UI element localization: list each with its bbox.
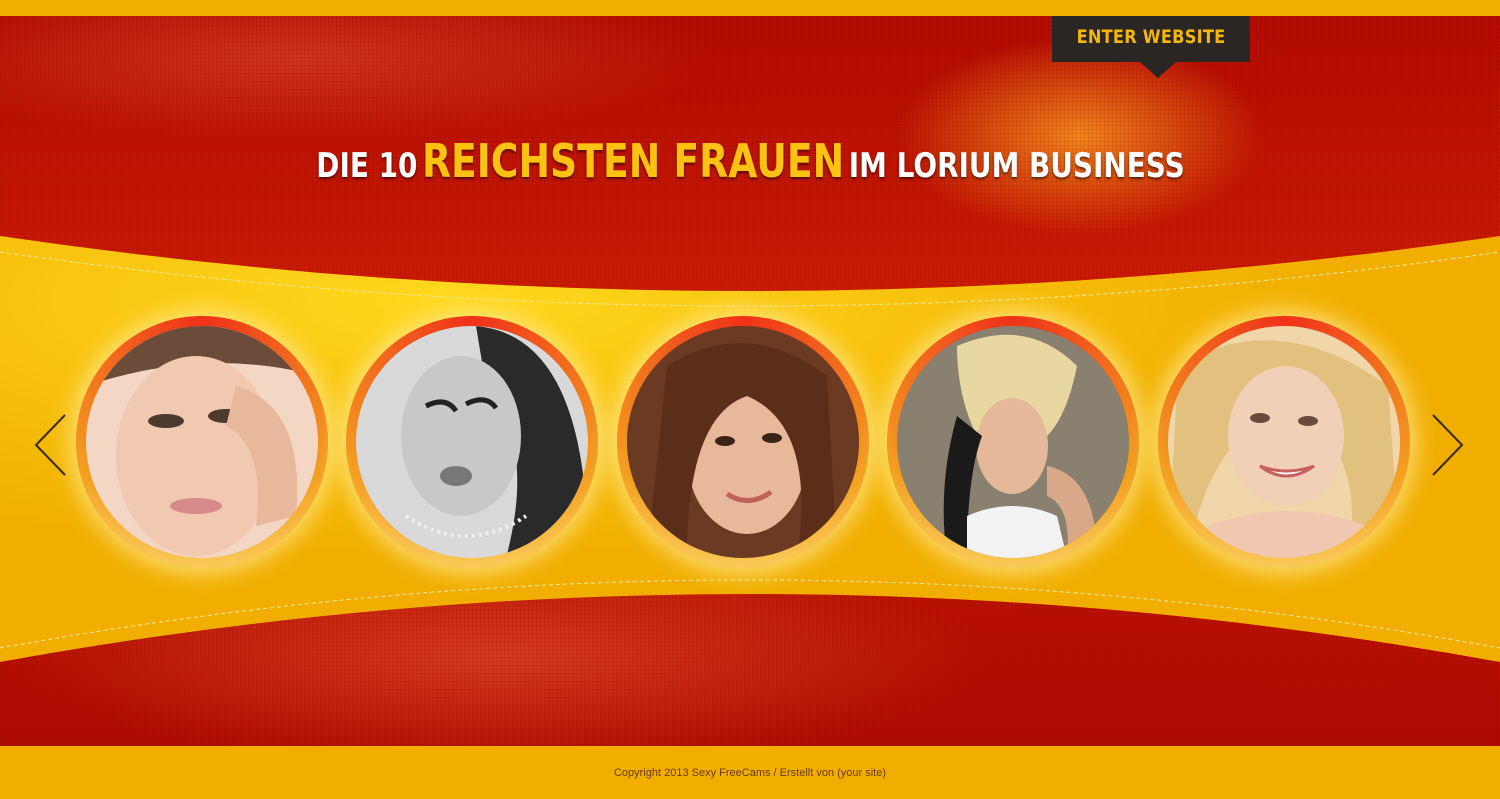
carousel-prev-button[interactable]	[32, 412, 68, 478]
portrait-photo	[86, 326, 318, 558]
portrait-photo	[1168, 326, 1400, 558]
portrait-3[interactable]	[617, 316, 869, 568]
top-bar	[0, 0, 1500, 16]
headline-highlight: REICHSTEN FRAUEN	[421, 134, 844, 188]
headline-part-2: IM LORIUM BUSINESS	[848, 146, 1185, 186]
portrait-5[interactable]	[1158, 316, 1410, 568]
footer: Copyright 2013 Sexy FreeCams / Erstellt …	[0, 746, 1500, 799]
portrait-photo	[897, 326, 1129, 558]
portrait-4[interactable]	[887, 316, 1139, 568]
page-headline: DIE 10 REICHSTEN FRAUEN IM LORIUM BUSINE…	[0, 134, 1500, 188]
chevron-right-icon	[1432, 414, 1464, 476]
copyright-text: Copyright 2013 Sexy FreeCams / Erstellt …	[613, 766, 887, 779]
headline-part-1: DIE 10	[315, 146, 417, 186]
chevron-left-icon	[34, 414, 66, 476]
carousel-next-button[interactable]	[1430, 412, 1466, 478]
enter-website-button[interactable]: ENTER WEBSITE	[1052, 16, 1250, 78]
portrait-photo	[627, 326, 859, 558]
enter-website-label: ENTER WEBSITE	[1076, 26, 1226, 48]
portrait-2[interactable]	[346, 316, 598, 568]
portrait-1[interactable]	[76, 316, 328, 568]
portrait-photo	[356, 326, 588, 558]
